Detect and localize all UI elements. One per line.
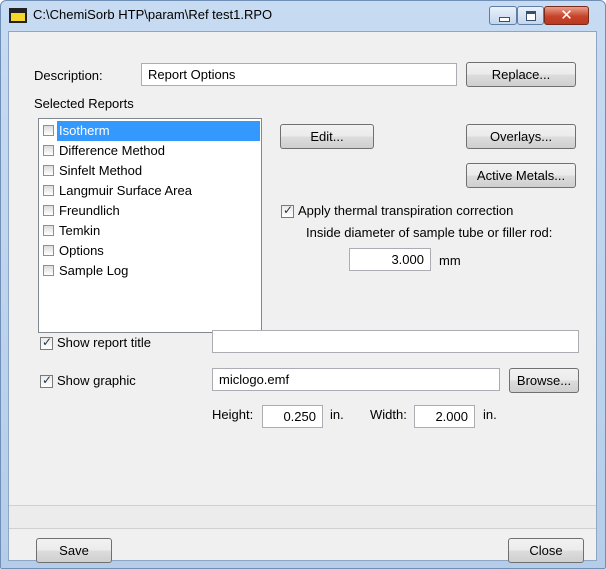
list-item[interactable]: Freundlich [41, 201, 260, 221]
window-title: C:\ChemiSorb HTP\param\Ref test1.RPO [33, 7, 273, 22]
selected-reports-list[interactable]: Isotherm Difference Method Sinfelt Metho… [38, 118, 262, 333]
dialog-client-area: Description: Report Options Replace... S… [8, 31, 597, 563]
maximize-button[interactable] [517, 6, 544, 25]
list-item[interactable]: Langmuir Surface Area [41, 181, 260, 201]
report-checkbox[interactable] [43, 225, 54, 236]
report-checkbox[interactable] [43, 145, 54, 156]
list-item[interactable]: Isotherm [41, 121, 260, 141]
show-report-title-label: Show report title [57, 335, 151, 350]
window-app-icon [9, 8, 27, 23]
list-item-label: Difference Method [59, 143, 165, 158]
description-label: Description: [34, 68, 103, 83]
list-item-label: Options [59, 243, 104, 258]
thermal-transpiration-label: Apply thermal transpiration correction [298, 203, 514, 218]
show-report-title-checkbox[interactable] [40, 335, 53, 350]
list-item-label: Sample Log [59, 263, 129, 278]
report-checkbox[interactable] [43, 165, 54, 176]
selected-reports-heading: Selected Reports [34, 96, 134, 111]
height-input[interactable]: 0.250 [262, 405, 323, 428]
inside-diameter-label: Inside diameter of sample tube or filler… [306, 225, 553, 240]
list-item[interactable]: Difference Method [41, 141, 260, 161]
inside-diameter-input[interactable]: 3.000 [349, 248, 431, 271]
list-item[interactable]: Sample Log [41, 261, 260, 281]
description-input[interactable]: Report Options [141, 63, 457, 86]
report-checkbox[interactable] [43, 205, 54, 216]
save-button[interactable]: Save [36, 538, 112, 563]
active-metals-button[interactable]: Active Metals... [466, 163, 576, 188]
list-item-label: Freundlich [59, 203, 120, 218]
diameter-unit: mm [439, 253, 461, 268]
graphic-file-input[interactable]: miclogo.emf [212, 368, 500, 391]
minimize-button[interactable] [489, 6, 517, 25]
thermal-transpiration-checkbox[interactable] [281, 203, 294, 218]
replace-button[interactable]: Replace... [466, 62, 576, 87]
width-label: Width: [370, 407, 407, 422]
close-window-button[interactable]: ✕ [544, 6, 589, 25]
show-graphic-checkbox[interactable] [40, 373, 53, 388]
browse-button[interactable]: Browse... [509, 368, 579, 393]
close-button[interactable]: Close [508, 538, 584, 563]
report-checkbox[interactable] [43, 125, 54, 136]
height-label: Height: [212, 407, 254, 422]
dialog-window: C:\ChemiSorb HTP\param\Ref test1.RPO ✕ D… [0, 0, 606, 569]
report-checkbox[interactable] [43, 265, 54, 276]
list-item-label: Isotherm [57, 121, 260, 141]
list-item-label: Sinfelt Method [59, 163, 143, 178]
list-item[interactable]: Sinfelt Method [41, 161, 260, 181]
title-bar[interactable]: C:\ChemiSorb HTP\param\Ref test1.RPO ✕ [1, 1, 605, 31]
edit-button[interactable]: Edit... [280, 124, 374, 149]
height-unit: in. [330, 407, 344, 422]
overlays-button[interactable]: Overlays... [466, 124, 576, 149]
report-checkbox[interactable] [43, 185, 54, 196]
status-bar [9, 505, 596, 529]
report-title-input[interactable] [212, 330, 579, 353]
show-graphic-label: Show graphic [57, 373, 136, 388]
close-icon: ✕ [560, 6, 573, 24]
width-unit: in. [483, 407, 497, 422]
list-item[interactable]: Options [41, 241, 260, 261]
list-item-label: Temkin [59, 223, 101, 238]
width-input[interactable]: 2.000 [414, 405, 475, 428]
list-item-label: Langmuir Surface Area [59, 183, 192, 198]
list-item[interactable]: Temkin [41, 221, 260, 241]
report-checkbox[interactable] [43, 245, 54, 256]
